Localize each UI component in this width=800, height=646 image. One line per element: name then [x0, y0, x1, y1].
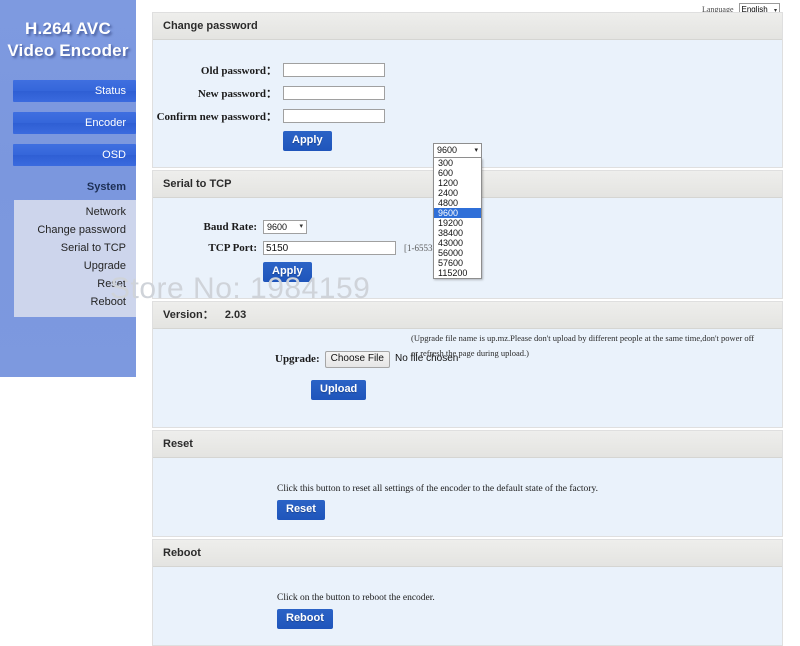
sidebar: H.264 AVC Video Encoder Status Encoder O… — [0, 0, 136, 377]
reset-body: Click this button to reset all settings … — [153, 458, 782, 536]
tcp-port-label: TCP Port: — [208, 242, 257, 254]
version-upgrade-panel: Version： 2.03 Upgrade: Choose File No fi… — [152, 301, 783, 428]
reboot-panel: Reboot Click on the button to reboot the… — [152, 539, 783, 646]
baud-rate-option[interactable]: 56000 — [434, 248, 481, 258]
tcp-port-input[interactable] — [263, 241, 396, 255]
logo-line-2: Video Encoder — [7, 41, 129, 60]
version-number: 2.03 — [224, 309, 247, 321]
upload-action: Upload — [311, 380, 782, 400]
reset-title: Reset — [153, 430, 782, 458]
chevron-down-icon: ▾ — [474, 147, 478, 154]
sidebar-item-osd[interactable]: OSD — [13, 144, 136, 166]
content-area: Language English ▾ Change password Old p… — [152, 0, 783, 646]
baud-rate-dropdown-open[interactable]: 9600 ▾ 300 600 1200 2400 4800 9600 19200 38400 4… — [433, 143, 482, 279]
sidebar-item-upgrade[interactable]: Upgrade — [14, 257, 136, 275]
sidebar-item-encoder[interactable]: Encoder — [13, 112, 136, 134]
sidebar-item-reset[interactable]: Reset — [14, 275, 136, 293]
baud-rate-label: Baud Rate: — [203, 221, 257, 233]
upload-button[interactable]: Upload — [311, 380, 367, 400]
baud-rate-option[interactable]: 2400 — [434, 188, 481, 198]
upgrade-note: (Upgrade file name is up.mz.Please don't… — [411, 333, 755, 358]
change-password-apply-button[interactable]: Apply — [283, 131, 332, 151]
confirm-password-input[interactable] — [283, 109, 385, 123]
sidebar-item-serial-to-tcp[interactable]: Serial to TCP — [14, 239, 136, 257]
baud-rate-option[interactable]: 43000 — [434, 238, 481, 248]
baud-rate-dropdown-current: 9600 — [437, 145, 458, 155]
version-title-row: Version： 2.03 — [153, 301, 782, 329]
new-password-label: New password： — [197, 88, 277, 100]
baud-rate-option[interactable]: 115200 — [434, 268, 481, 278]
reboot-body: Click on the button to reboot the encode… — [153, 567, 782, 645]
baud-rate-value: 9600 — [267, 222, 288, 232]
reboot-title: Reboot — [153, 539, 782, 567]
baud-rate-option-list: 300 600 1200 2400 4800 9600 19200 38400 43000 560… — [433, 158, 482, 279]
logo-line-1: H.264 AVC — [25, 19, 111, 38]
baud-rate-option[interactable]: 57600 — [434, 258, 481, 268]
baud-rate-option[interactable]: 600 — [434, 168, 481, 178]
change-password-title: Change password — [153, 12, 782, 40]
reset-description: Click this button to reset all settings … — [277, 484, 598, 494]
baud-rate-option[interactable]: 38400 — [434, 228, 481, 238]
baud-rate-option[interactable]: 300 — [434, 158, 481, 168]
reset-button[interactable]: Reset — [277, 500, 325, 520]
sidebar-item-change-password[interactable]: Change password — [14, 221, 136, 239]
baud-rate-option[interactable]: 4800 — [434, 198, 481, 208]
language-bar: Language English ▾ — [152, 0, 783, 16]
chevron-down-icon: ▾ — [299, 223, 303, 230]
version-label: Version： — [163, 309, 214, 321]
choose-file-button[interactable]: Choose File — [324, 351, 390, 368]
sidebar-item-system[interactable]: System — [13, 176, 136, 198]
sidebar-item-status[interactable]: Status — [13, 80, 136, 102]
upgrade-body: Upgrade: Choose File No file chosen (Upg… — [153, 329, 782, 427]
product-logo: H.264 AVC Video Encoder — [0, 18, 136, 62]
new-password-row: New password： — [153, 85, 782, 101]
new-password-input[interactable] — [283, 86, 385, 100]
baud-rate-select[interactable]: 9600 ▾ — [263, 220, 307, 234]
main-navigation: Status Encoder OSD System Network Change… — [0, 80, 136, 317]
old-password-input[interactable] — [283, 63, 385, 77]
baud-rate-option[interactable]: 19200 — [434, 218, 481, 228]
old-password-label: Old password： — [200, 65, 277, 77]
upgrade-file-row: Upgrade: Choose File No file chosen (Upg… — [275, 333, 782, 368]
reset-panel: Reset Click this button to reset all set… — [152, 430, 783, 537]
upgrade-label: Upgrade: — [275, 353, 320, 365]
baud-rate-option[interactable]: 1200 — [434, 178, 481, 188]
reboot-description: Click on the button to reboot the encode… — [277, 593, 435, 603]
confirm-password-label: Confirm new password： — [156, 111, 277, 123]
sidebar-item-network[interactable]: Network — [14, 203, 136, 221]
old-password-row: Old password： — [153, 62, 782, 78]
sidebar-item-reboot[interactable]: Reboot — [14, 293, 136, 311]
system-submenu: Network Change password Serial to TCP Up… — [14, 200, 136, 317]
confirm-password-row: Confirm new password： — [153, 108, 782, 124]
baud-rate-dropdown-head[interactable]: 9600 ▾ — [433, 143, 482, 158]
serial-to-tcp-apply-button[interactable]: Apply — [263, 262, 312, 282]
baud-rate-option[interactable]: 9600 — [434, 208, 481, 218]
reboot-button[interactable]: Reboot — [277, 609, 333, 629]
